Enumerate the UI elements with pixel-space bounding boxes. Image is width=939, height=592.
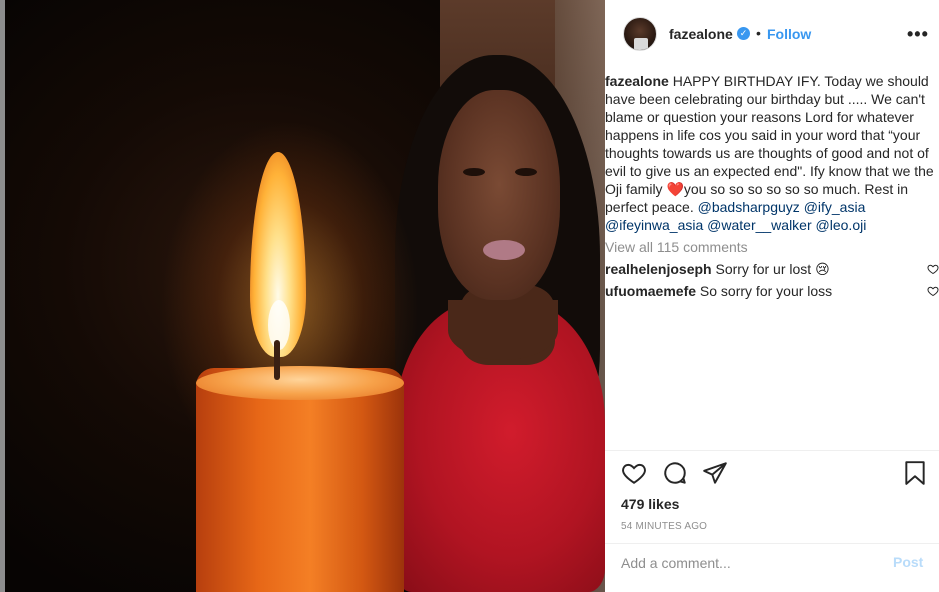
caption-username[interactable]: fazealone: [605, 73, 669, 89]
separator-dot: •: [756, 25, 761, 41]
mention-link[interactable]: @leo.oji: [816, 217, 867, 233]
post-comment-button[interactable]: Post: [893, 554, 923, 570]
more-options-icon[interactable]: •••: [907, 24, 929, 45]
mention-link[interactable]: @water__walker: [707, 217, 811, 233]
woman-left-eye: [463, 168, 485, 176]
action-bar: [605, 460, 939, 490]
mention-link[interactable]: @ify_asia: [804, 199, 866, 215]
post-image[interactable]: [0, 0, 605, 592]
comment-text: So sorry for your loss: [699, 283, 833, 299]
divider: [605, 450, 939, 451]
mention-link[interactable]: @ifeyinwa_asia: [605, 217, 703, 233]
comment-item: ufuomaemefe So sorry for your loss: [605, 282, 939, 300]
verified-badge-icon: ✓: [737, 27, 750, 40]
comment-item: realhelenjoseph Sorry for ur lost 😢: [605, 260, 939, 278]
post-details-panel: fazealone ✓ • Follow ••• fazealone HAPPY…: [605, 0, 939, 592]
candle-body: [196, 368, 404, 592]
header-username[interactable]: fazealone: [669, 26, 733, 42]
mention-link[interactable]: @badsharpguyz: [698, 199, 800, 215]
dress-neckline: [448, 300, 558, 360]
post-header: fazealone ✓ • Follow •••: [605, 0, 939, 66]
comment-like-heart-icon[interactable]: [927, 263, 939, 275]
comment-username[interactable]: ufuomaemefe: [605, 283, 696, 299]
comment-icon[interactable]: [662, 460, 688, 486]
candle-wick: [274, 340, 280, 380]
comment-username[interactable]: realhelenjoseph: [605, 261, 712, 277]
bookmark-icon[interactable]: [902, 460, 928, 486]
add-comment-input[interactable]: [621, 553, 871, 573]
avatar[interactable]: [623, 17, 657, 51]
post-caption: fazealone HAPPY BIRTHDAY IFY. Today we s…: [605, 72, 939, 234]
candle-top: [196, 366, 404, 400]
comment-text: Sorry for ur lost 😢: [715, 261, 830, 277]
divider: [605, 543, 939, 544]
woman-face: [438, 90, 560, 300]
caption-text-1: HAPPY BIRTHDAY IFY. Today we should have…: [605, 73, 934, 197]
post-timestamp[interactable]: 54 MINUTES AGO: [621, 521, 707, 532]
likes-count[interactable]: 479 likes: [621, 496, 679, 512]
follow-button[interactable]: Follow: [767, 26, 811, 42]
share-icon[interactable]: [702, 460, 728, 486]
woman-right-eye: [515, 168, 537, 176]
woman-lips: [483, 240, 525, 260]
comment-like-heart-icon[interactable]: [927, 285, 939, 297]
heart-emoji: ❤️: [666, 181, 684, 197]
view-all-comments-link[interactable]: View all 115 comments: [605, 239, 748, 255]
heart-icon[interactable]: [621, 460, 647, 486]
